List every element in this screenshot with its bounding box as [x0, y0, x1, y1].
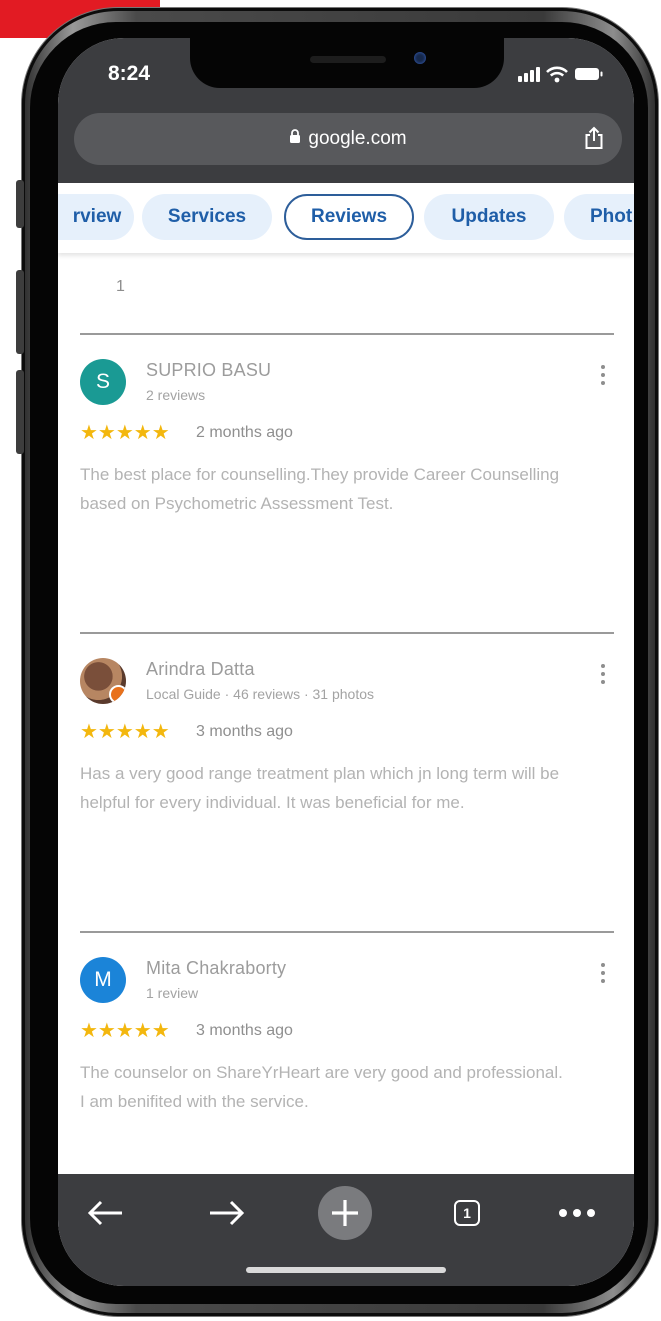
- share-icon[interactable]: [584, 126, 604, 156]
- pagination-number[interactable]: 1: [116, 278, 125, 296]
- reviewer-name[interactable]: Arindra Datta: [146, 659, 255, 680]
- reviewer-meta: 2 reviews: [146, 387, 206, 403]
- back-button[interactable]: [80, 1190, 130, 1236]
- url-text: google.com: [308, 128, 407, 149]
- more-vertical-icon[interactable]: [600, 963, 606, 987]
- status-icons: [518, 64, 604, 84]
- star-rating: ★★★★★: [80, 721, 170, 743]
- earpiece-speaker: [310, 56, 386, 63]
- lock-icon: [289, 128, 301, 150]
- review-text: Has a very good range treatment plan whi…: [80, 764, 560, 812]
- address-bar[interactable]: google.com: [74, 113, 622, 165]
- more-vertical-icon[interactable]: [600, 365, 606, 389]
- tab-count: 1: [454, 1200, 480, 1226]
- review-card: S SUPRIO BASU 2 reviews ★★★★★ 2 months a…: [80, 335, 614, 595]
- review-text: The counselor on ShareYrHeart are very g…: [80, 1063, 563, 1111]
- menu-button[interactable]: [552, 1190, 602, 1236]
- arrow-left-icon: [87, 1200, 122, 1226]
- volume-up-button: [16, 270, 24, 354]
- reviewer-meta: 1 review: [146, 985, 199, 1001]
- phone-notch: [190, 38, 504, 88]
- arrow-right-icon: [210, 1200, 245, 1226]
- review-time: 3 months ago: [196, 1022, 293, 1039]
- avatar[interactable]: M: [80, 957, 126, 1003]
- cellular-signal-icon: [518, 66, 540, 82]
- star-rating: ★★★★★: [80, 1020, 170, 1042]
- more-horizontal-icon: [559, 1209, 595, 1217]
- review-time: 2 months ago: [196, 424, 293, 441]
- review-card: M Mita Chakraborty 1 review ★★★★★ 3 mont…: [80, 933, 614, 1193]
- tab-photos[interactable]: Phot: [564, 194, 634, 240]
- status-time: 8:24: [108, 62, 151, 85]
- local-guide-badge-icon: [109, 685, 126, 704]
- forward-button[interactable]: [202, 1190, 252, 1236]
- browser-top-bar: 8:24 google.com: [58, 38, 634, 183]
- wifi-icon: [546, 66, 568, 83]
- plus-icon: [332, 1200, 358, 1226]
- tab-updates[interactable]: Updates: [424, 194, 554, 240]
- reviewer-meta: Local Guide · 46 reviews · 31 photos: [146, 686, 375, 702]
- reviewer-name[interactable]: Mita Chakraborty: [146, 958, 286, 979]
- battery-icon: [574, 66, 604, 82]
- tab-reviews[interactable]: Reviews: [284, 194, 414, 240]
- tab-services[interactable]: Services: [142, 194, 272, 240]
- tab-overview[interactable]: rview: [58, 194, 134, 240]
- review-card: Arindra Datta Local Guide · 46 reviews ·…: [80, 634, 614, 894]
- avatar[interactable]: S: [80, 359, 126, 405]
- volume-down-button: [16, 370, 24, 454]
- avatar[interactable]: [80, 658, 126, 704]
- mute-switch: [16, 180, 24, 228]
- home-indicator[interactable]: [246, 1267, 446, 1273]
- more-vertical-icon[interactable]: [600, 664, 606, 688]
- tab-switcher-button[interactable]: 1: [442, 1190, 492, 1236]
- phone-screen: 8:24 google.com rview Services Reviews U…: [58, 38, 634, 1286]
- front-camera: [414, 52, 426, 64]
- section-tabs: rview Services Reviews Updates Phot: [58, 183, 634, 253]
- review-text: The best place for counselling.They prov…: [80, 465, 560, 513]
- reviewer-name[interactable]: SUPRIO BASU: [146, 360, 271, 381]
- review-time: 3 months ago: [196, 723, 293, 740]
- new-tab-button[interactable]: [318, 1186, 372, 1240]
- browser-bottom-toolbar: 1: [58, 1174, 634, 1286]
- star-rating: ★★★★★: [80, 422, 170, 444]
